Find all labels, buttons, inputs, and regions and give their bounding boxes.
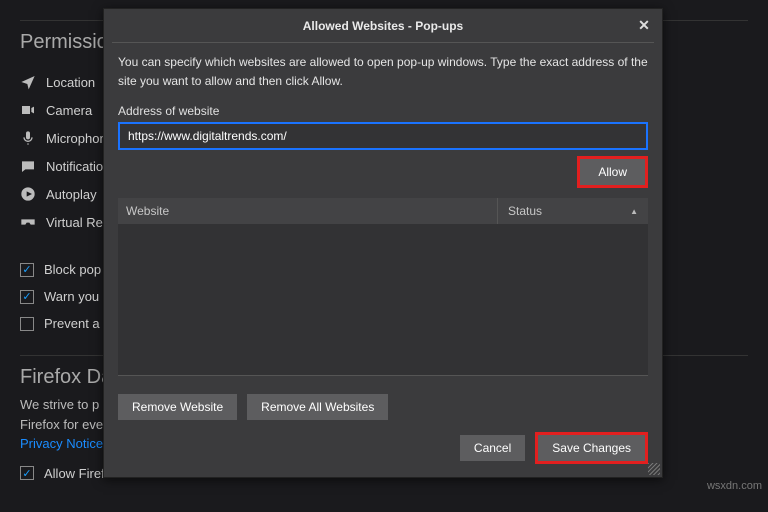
checkbox-label: Block pop	[44, 262, 101, 277]
address-input[interactable]	[118, 122, 648, 150]
allowed-websites-dialog: Allowed Websites - Pop-ups ✕ You can spe…	[103, 8, 663, 478]
websites-table: Website Status ▲	[118, 198, 648, 376]
checkbox-icon	[20, 317, 34, 331]
address-label: Address of website	[118, 104, 648, 118]
checkbox-label: Warn you	[44, 289, 99, 304]
close-button[interactable]: ✕	[634, 16, 654, 36]
location-icon	[20, 74, 36, 90]
perm-label: Autoplay	[46, 187, 97, 202]
notification-icon	[20, 158, 36, 174]
checkbox-label: Prevent a	[44, 316, 100, 331]
perm-label: Virtual Re	[46, 215, 103, 230]
checkbox-icon	[20, 466, 34, 480]
close-icon: ✕	[638, 17, 650, 34]
remove-website-button[interactable]: Remove Website	[118, 394, 237, 420]
save-changes-button[interactable]: Save Changes	[538, 435, 645, 461]
resize-grip-icon[interactable]	[648, 463, 660, 475]
autoplay-icon	[20, 186, 36, 202]
dialog-description: You can specify which websites are allow…	[118, 53, 648, 90]
table-body	[118, 224, 648, 375]
sort-asc-icon: ▲	[630, 207, 638, 216]
checkbox-icon	[20, 290, 34, 304]
save-highlight: Save Changes	[535, 432, 648, 464]
microphone-icon	[20, 130, 36, 146]
camera-icon	[20, 102, 36, 118]
cancel-button[interactable]: Cancel	[460, 435, 525, 461]
perm-label: Location	[46, 75, 95, 90]
dialog-title: Allowed Websites - Pop-ups	[303, 19, 463, 33]
allow-button[interactable]: Allow	[580, 159, 645, 185]
remove-all-button[interactable]: Remove All Websites	[247, 394, 388, 420]
column-status[interactable]: Status ▲	[498, 198, 648, 224]
watermark: wsxdn.com	[707, 480, 762, 492]
perm-label: Camera	[46, 103, 92, 118]
vr-icon	[20, 214, 36, 230]
column-website[interactable]: Website	[118, 198, 498, 224]
privacy-notice-link[interactable]: Privacy Notice	[20, 436, 103, 451]
allow-highlight: Allow	[577, 156, 648, 188]
checkbox-icon	[20, 263, 34, 277]
